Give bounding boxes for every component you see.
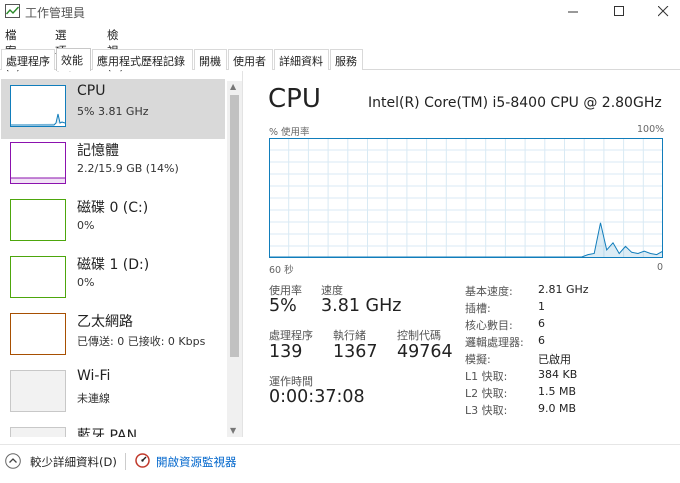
task-manager-icon	[5, 4, 20, 18]
bluetooth-thumbnail-graph	[10, 427, 66, 437]
minimize-button[interactable]	[551, 0, 595, 24]
close-button[interactable]	[641, 0, 680, 24]
time-axis-label: 60 秒	[269, 265, 294, 276]
speed-value: 3.81 GHz	[321, 296, 402, 316]
ethernet-thumbnail-graph	[10, 313, 66, 355]
spec-value: 6	[538, 317, 545, 330]
resource-name: 記憶體	[77, 143, 119, 159]
scrollbar-thumb[interactable]	[230, 95, 239, 357]
cpu-model-name: Intel(R) Core(TM) i5-8400 CPU @ 2.80GHz	[368, 95, 662, 111]
usage-value: 5%	[269, 296, 297, 316]
tab-details[interactable]: 詳細資料	[274, 49, 329, 70]
spec-key: L3 快取:	[465, 404, 508, 417]
window-title: 工作管理員	[25, 6, 86, 20]
spec-value: 6	[538, 334, 545, 347]
resource-ethernet[interactable]: 乙太網路 已傳送: 0 已接收: 0 Kbps	[1, 307, 225, 367]
spec-key: L2 快取:	[465, 387, 508, 400]
resource-name: 乙太網路	[77, 314, 133, 330]
time-axis-end: 0	[657, 262, 664, 273]
resource-name: 藍牙 PAN	[77, 428, 138, 437]
close-icon	[658, 6, 669, 17]
maximize-icon	[614, 6, 624, 16]
tab-startup[interactable]: 開機	[194, 49, 227, 70]
memory-thumbnail-graph	[10, 142, 66, 184]
resource-memory[interactable]: 記憶體 2.2/15.9 GB (14%)	[1, 136, 225, 196]
resource-name: 磁碟 1 (D:)	[77, 257, 150, 273]
spec-value: 1.5 MB	[538, 385, 577, 398]
tab-services[interactable]: 服務	[330, 49, 363, 70]
chevron-up-circle-icon[interactable]	[5, 453, 21, 469]
spec-value: 2.81 GHz	[538, 283, 589, 296]
footer-separator	[125, 453, 126, 470]
resource-wifi[interactable]: Wi-Fi 未連線	[1, 364, 225, 424]
spec-key: 插槽:	[465, 302, 491, 315]
maximize-button[interactable]	[597, 0, 641, 24]
open-resource-monitor-link[interactable]: 開啟資源監視器	[156, 454, 237, 470]
threads-value: 1367	[333, 342, 378, 362]
title-bar: 工作管理員	[0, 0, 680, 24]
resource-disk-0[interactable]: 磁碟 0 (C:) 0%	[1, 193, 225, 253]
scroll-down-icon[interactable]: ▼	[230, 426, 236, 435]
resource-summary: 已傳送: 0 已接收: 0 Kbps	[77, 335, 206, 348]
resource-summary: 0%	[77, 219, 95, 232]
handles-label: 控制代碼	[397, 329, 441, 342]
resource-summary: 0%	[77, 276, 95, 289]
cpu-thumbnail-graph	[10, 85, 66, 127]
disk-0-thumbnail-graph	[10, 199, 66, 241]
handles-value: 49764	[397, 342, 453, 362]
spec-key: L1 快取:	[465, 370, 508, 383]
tab-processes[interactable]: 處理程序	[1, 49, 55, 70]
cpu-usage-graph	[269, 138, 663, 258]
resource-list: CPU 5% 3.81 GHz 記憶體 2.2/15.9 GB (14%) 磁碟…	[0, 71, 243, 437]
resource-disk-1[interactable]: 磁碟 1 (D:) 0%	[1, 250, 225, 310]
tab-strip: 處理程序 效能 應用程式歷程記錄 開機 使用者 詳細資料 服務	[0, 48, 680, 71]
resource-cpu[interactable]: CPU 5% 3.81 GHz	[1, 79, 225, 139]
processes-value: 139	[269, 342, 303, 362]
resource-list-scrollbar[interactable]: ▲ ▼	[227, 81, 242, 437]
task-manager-window: 工作管理員 檔案(F) 選項(O) 檢視(V) 處理程序 效能 應用程式歷程記錄…	[0, 0, 680, 483]
tab-users[interactable]: 使用者	[228, 49, 273, 70]
spec-key: 邏輯處理器:	[465, 336, 524, 349]
usage-axis-label: % 使用率	[269, 127, 310, 138]
spec-key: 模擬:	[465, 353, 491, 366]
spec-value: 9.0 MB	[538, 402, 577, 415]
spec-key: 基本速度:	[465, 285, 513, 298]
spec-value: 384 KB	[538, 368, 578, 381]
tab-performance[interactable]: 效能	[56, 48, 91, 71]
spec-value: 1	[538, 300, 545, 313]
minimize-icon	[568, 11, 578, 13]
processes-label: 處理程序	[269, 329, 313, 342]
detail-title: CPU	[268, 84, 321, 114]
resource-monitor-icon[interactable]	[135, 453, 150, 468]
tab-app-history[interactable]: 應用程式歷程記錄	[92, 49, 193, 70]
scroll-up-icon[interactable]: ▲	[230, 82, 236, 91]
resource-name: 磁碟 0 (C:)	[77, 200, 149, 216]
resource-name: CPU	[77, 83, 106, 99]
threads-label: 執行緒	[333, 329, 366, 342]
fewer-details-button[interactable]: 較少詳細資料(D)	[30, 454, 117, 470]
usage-axis-max: 100%	[637, 124, 665, 135]
resource-summary: 未連線	[77, 392, 110, 405]
resource-summary: 5% 3.81 GHz	[77, 105, 149, 118]
resource-summary: 2.2/15.9 GB (14%)	[77, 162, 179, 175]
wifi-thumbnail-graph	[10, 370, 66, 412]
uptime-value: 0:00:37:08	[269, 387, 365, 407]
disk-1-thumbnail-graph	[10, 256, 66, 298]
spec-value: 已啟用	[538, 353, 571, 366]
footer-bar: 較少詳細資料(D) 開啟資源監視器	[0, 444, 680, 483]
spec-key: 核心數目:	[465, 319, 513, 332]
resource-bluetooth-pan[interactable]: 藍牙 PAN	[1, 421, 225, 437]
resource-name: Wi-Fi	[77, 368, 111, 384]
